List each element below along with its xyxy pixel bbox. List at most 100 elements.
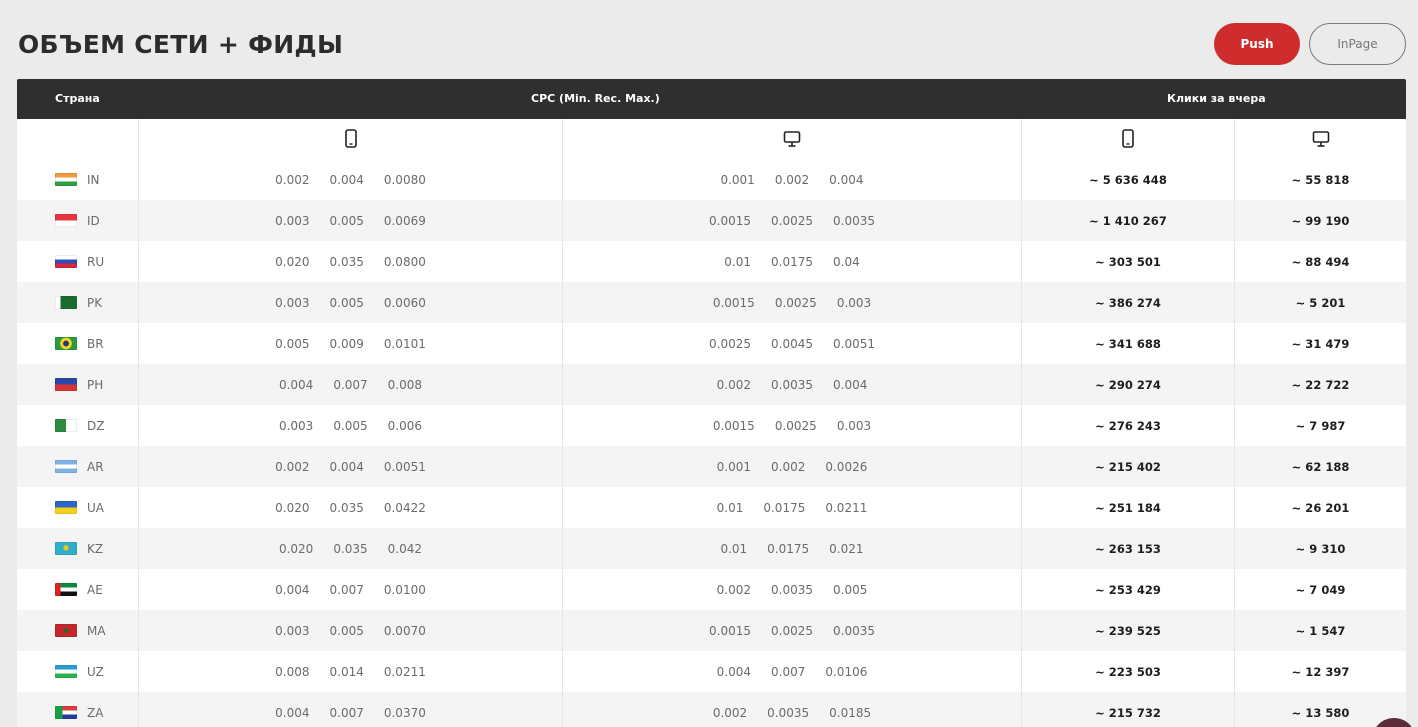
device-subheader	[17, 119, 1406, 159]
inpage-tab-button[interactable]: InPage	[1309, 23, 1406, 65]
cpc-mobile-cell: 0.020 0.035 0.0800	[139, 241, 563, 282]
flag-dz-icon	[55, 419, 77, 432]
country-code: AE	[87, 582, 103, 597]
cpc-desktop-cell: 0.001 0.002 0.004	[563, 159, 1022, 200]
flag-id-icon	[55, 214, 77, 227]
clicks-mobile-header	[1022, 119, 1235, 159]
cpc-rec: 0.0025	[774, 418, 817, 433]
cpc-rec: 0.0035	[771, 377, 813, 392]
clicks-desktop-value: ~ 31 479	[1291, 336, 1350, 351]
cpc-min: 0.008	[275, 664, 310, 679]
clicks-desktop-cell: ~ 99 190	[1235, 200, 1406, 241]
cpc-max: 0.0060	[383, 295, 426, 310]
flag-ar-icon	[55, 460, 77, 473]
clicks-desktop-value: ~ 88 494	[1291, 254, 1350, 269]
flag-kz-icon	[55, 542, 77, 555]
clicks-mobile-value: ~ 253 429	[1095, 582, 1161, 597]
network-volume-table: Страна CPC (Min. Rec. Max.) Клики за вче…	[17, 79, 1406, 727]
cpc-rec: 0.005	[333, 418, 368, 433]
clicks-mobile-value: ~ 263 153	[1095, 541, 1161, 556]
clicks-desktop-cell: ~ 7 049	[1235, 569, 1406, 610]
table-row: ZA 0.004 0.007 0.0370 0.002 0.0035 0.0185 ~ …	[17, 692, 1406, 727]
cpc-rec: 0.014	[329, 664, 364, 679]
country-code: PK	[87, 295, 103, 310]
table-row: UA 0.020 0.035 0.0422 0.01 0.0175 0.0211 ~ 2…	[17, 487, 1406, 528]
cpc-rec: 0.0025	[771, 213, 813, 228]
cpc-rec: 0.035	[329, 500, 364, 515]
cpc-max: 0.0026	[825, 459, 868, 474]
clicks-mobile-cell: ~ 239 525	[1022, 610, 1235, 651]
cpc-rec: 0.0035	[771, 582, 813, 597]
cpc-max: 0.0051	[833, 336, 875, 351]
clicks-desktop-header	[1235, 119, 1406, 159]
clicks-desktop-cell: ~ 5 201	[1235, 282, 1406, 323]
clicks-mobile-value: ~ 1 410 267	[1089, 213, 1167, 228]
cpc-desktop-cell: 0.01 0.0175 0.021	[563, 528, 1022, 569]
cpc-desktop-cell: 0.002 0.0035 0.005	[563, 569, 1022, 610]
clicks-mobile-cell: ~ 386 274	[1022, 282, 1235, 323]
country-code: DZ	[87, 418, 105, 433]
clicks-mobile-value: ~ 276 243	[1095, 418, 1161, 433]
push-tab-button[interactable]: Push	[1214, 23, 1300, 65]
table-row: PH 0.004 0.007 0.008 0.002 0.0035 0.004 ~ 29…	[17, 364, 1406, 405]
desktop-icon	[783, 131, 801, 147]
country-code: IN	[87, 172, 100, 187]
country-cell: DZ	[17, 405, 139, 446]
cpc-mobile-cell: 0.005 0.009 0.0101	[139, 323, 563, 364]
country-cell: AR	[17, 446, 139, 487]
table-row: UZ 0.008 0.014 0.0211 0.004 0.007 0.0106 ~ 2…	[17, 651, 1406, 692]
clicks-desktop-cell: ~ 62 188	[1235, 446, 1406, 487]
cpc-min: 0.003	[278, 418, 314, 433]
country-code: UZ	[87, 664, 104, 679]
flag-za-icon	[55, 706, 77, 719]
cpc-max: 0.0422	[383, 500, 426, 515]
cpc-min: 0.0015	[712, 418, 755, 433]
flag-ru-icon	[55, 255, 77, 268]
clicks-mobile-cell: ~ 303 501	[1022, 241, 1235, 282]
country-code: PH	[87, 377, 104, 392]
country-cell: KZ	[17, 528, 139, 569]
country-cell: ID	[17, 200, 139, 241]
clicks-desktop-value: ~ 26 201	[1291, 500, 1350, 515]
cpc-min: 0.0015	[709, 213, 751, 228]
cpc-max: 0.005	[833, 582, 868, 597]
mobile-icon	[344, 129, 357, 148]
clicks-desktop-value: ~ 1 547	[1295, 623, 1346, 638]
cpc-rec: 0.002	[771, 459, 806, 474]
cpc-max: 0.021	[829, 541, 864, 556]
subheader-blank	[17, 119, 139, 159]
table-row: KZ 0.020 0.035 0.042 0.01 0.0175 0.021 ~ 263…	[17, 528, 1406, 569]
cpc-mobile-header	[139, 119, 563, 159]
clicks-desktop-cell: ~ 12 397	[1235, 651, 1406, 692]
clicks-mobile-value: ~ 215 402	[1095, 459, 1161, 474]
clicks-mobile-cell: ~ 341 688	[1022, 323, 1235, 364]
country-cell: BR	[17, 323, 139, 364]
clicks-desktop-cell: ~ 26 201	[1235, 487, 1406, 528]
country-cell: MA	[17, 610, 139, 651]
cpc-rec: 0.004	[329, 172, 364, 187]
cpc-desktop-cell: 0.001 0.002 0.0026	[563, 446, 1022, 487]
cpc-max: 0.0035	[833, 213, 875, 228]
cpc-min: 0.01	[724, 254, 751, 269]
country-code: AR	[87, 459, 104, 474]
clicks-mobile-value: ~ 223 503	[1095, 664, 1161, 679]
header-country: Страна	[55, 92, 100, 105]
cpc-desktop-cell: 0.0015 0.0025 0.0035	[563, 610, 1022, 651]
cpc-rec: 0.0175	[771, 254, 813, 269]
cpc-max: 0.0101	[383, 336, 426, 351]
cpc-desktop-header	[563, 119, 1022, 159]
cpc-min: 0.020	[275, 500, 310, 515]
clicks-mobile-value: ~ 215 732	[1095, 705, 1161, 720]
cpc-rec: 0.035	[329, 254, 364, 269]
clicks-desktop-value: ~ 62 188	[1291, 459, 1350, 474]
cpc-rec: 0.0025	[771, 623, 813, 638]
country-cell: AE	[17, 569, 139, 610]
cpc-min: 0.0015	[709, 623, 751, 638]
cpc-max: 0.003	[836, 295, 872, 310]
cpc-rec: 0.0045	[771, 336, 813, 351]
cpc-min: 0.004	[275, 705, 310, 720]
cpc-min: 0.004	[716, 664, 751, 679]
clicks-desktop-value: ~ 22 722	[1291, 377, 1350, 392]
cpc-max: 0.008	[387, 377, 423, 392]
cpc-max: 0.0370	[383, 705, 426, 720]
